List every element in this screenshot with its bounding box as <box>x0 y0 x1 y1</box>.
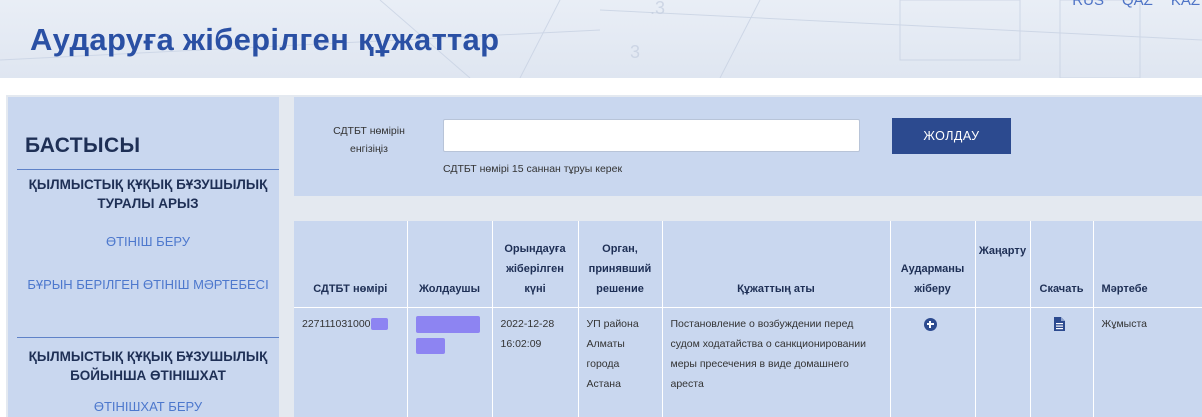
col-header-send-translator: Аударманы жіберу <box>890 221 976 307</box>
cell-sender <box>407 306 493 417</box>
col-header-sender: Жолдаушы <box>407 221 493 307</box>
col-header-authority: Орган, принявший решение <box>578 221 663 307</box>
col-header-number: СДТБТ нөмірі <box>294 221 408 307</box>
cell-download <box>1030 306 1094 417</box>
send-button[interactable]: ЖОЛДАУ <box>892 118 1011 154</box>
erdr-number-input[interactable] <box>443 119 860 152</box>
circle-plus-icon[interactable] <box>923 317 937 331</box>
col-header-download: Скачать <box>1030 221 1094 307</box>
col-header-date: Орындауға жіберілген күні <box>492 221 579 307</box>
redacted-block <box>370 317 388 330</box>
erdr-number-text: 227111031000 <box>302 317 371 330</box>
sidebar-divider <box>17 337 279 338</box>
svg-text:.3: .3 <box>650 0 665 18</box>
lang-qaz-link[interactable]: QAZ <box>1122 0 1153 12</box>
cell-doc-name: Постановление о возбуждении перед судом … <box>662 306 891 417</box>
search-hint: СДТБТ нөмірі 15 саннан тұруы керек <box>443 163 623 175</box>
sidebar-link-submit-complaint[interactable]: ӨТІНІШ БЕРУ <box>17 231 279 252</box>
redacted-block <box>415 316 480 334</box>
sidebar-link-submit-petition[interactable]: ӨТІНІШХАТ БЕРУ <box>17 396 279 417</box>
col-header-status: Мәртебе <box>1093 221 1202 307</box>
col-header-update: Жаңарту <box>975 221 1031 307</box>
redacted-block <box>415 337 445 354</box>
sidebar-section-complaint: ҚЫЛМЫСТЫҚ ҚҰҚЫҚ БҰЗУШЫЛЫҚ ТУРАЛЫ АРЫЗ <box>28 177 268 211</box>
cell-authority: УП района Алматы города Астана <box>578 306 663 417</box>
cell-date: 2022-12-28 16:02:09 <box>492 306 579 417</box>
page-title: Аударуға жіберілген құжаттар <box>30 22 500 57</box>
document-icon[interactable] <box>1053 316 1065 331</box>
documents-table: СДТБТ нөмірі Жолдаушы Орындауға жіберілг… <box>294 221 1202 417</box>
page-header: .3 3 Аударуға жіберілген құжаттар RUS QA… <box>0 0 1202 78</box>
cell-status: Жұмыста <box>1093 306 1202 417</box>
svg-text:3: 3 <box>630 42 640 62</box>
search-label: СДТБТ нөмірін енгізіңіз <box>333 125 405 155</box>
lang-kaz-link[interactable]: KAZ <box>1171 0 1200 12</box>
lang-rus-link[interactable]: RUS <box>1072 0 1104 12</box>
table-header-row: СДТБТ нөмірі Жолдаушы Орындауға жіберілг… <box>294 221 1202 307</box>
sidebar-home-link[interactable]: БАСТЫСЫ <box>25 134 141 158</box>
cell-update <box>975 306 1031 417</box>
col-header-doc-name: Құжаттың аты <box>662 221 891 307</box>
cell-number: 227111031000 <box>294 306 408 417</box>
search-panel: СДТБТ нөмірін енгізіңіз СДТБТ нөмірі 15 … <box>294 97 1202 196</box>
cell-send-translator <box>890 306 976 417</box>
sidebar-section-petition: ҚЫЛМЫСТЫҚ ҚҰҚЫҚ БҰЗУШЫЛЫҚ БОЙЫНША ӨТІНІШ… <box>28 349 268 383</box>
sidebar-divider <box>17 169 279 170</box>
sidebar-link-complaint-status[interactable]: БҰРЫН БЕРІЛГЕН ӨТІНІШ МӘРТЕБЕСІ <box>17 274 279 295</box>
language-switcher: RUS QAZ KAZ <box>1072 0 1200 12</box>
table-row: 227111031000 2022-12-28 16:02:09 УП райо… <box>294 306 1202 417</box>
sidebar: БАСТЫСЫ ҚЫЛМЫСТЫҚ ҚҰҚЫҚ БҰЗУШЫЛЫҚ ТУРАЛЫ… <box>8 97 279 417</box>
